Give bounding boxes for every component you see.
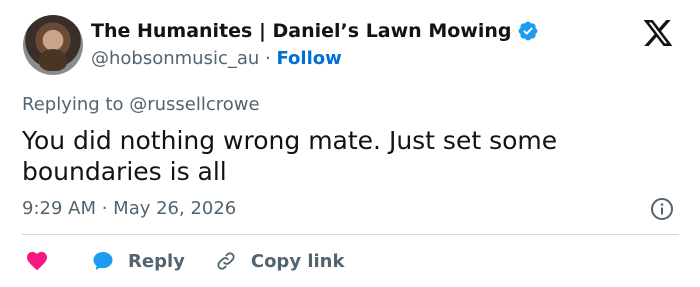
post-date: May 26, 2026 [113, 198, 237, 219]
replying-to-prefix: Replying to [22, 94, 130, 115]
like-button[interactable] [25, 249, 49, 273]
link-icon [217, 252, 235, 270]
handle-separator: · [259, 48, 277, 69]
reply-button[interactable]: Reply [49, 249, 185, 273]
divider [22, 234, 679, 235]
post-actions: Reply Copy link [25, 247, 344, 275]
follow-button[interactable]: Follow [276, 48, 341, 69]
timestamp-separator: · [96, 198, 114, 219]
x-logo-icon[interactable] [641, 17, 675, 49]
replying-to-mention[interactable]: @russellcrowe [129, 94, 259, 115]
replying-to: Replying to @russellcrowe [22, 94, 260, 115]
author-display-name[interactable]: The Humanites | Daniel’s Lawn Mowing [91, 20, 511, 42]
embedded-post-card: The Humanites | Daniel’s Lawn Mowing @ho… [0, 0, 700, 287]
reply-label: Reply [128, 250, 185, 272]
heart-icon [27, 251, 47, 271]
verified-badge-icon [519, 21, 538, 41]
author-avatar[interactable] [23, 15, 83, 75]
author-handle[interactable]: @hobsonmusic_au [91, 48, 259, 69]
author-handle-row: @hobsonmusic_au · Follow [91, 48, 342, 69]
copy-link-label: Copy link [250, 250, 345, 272]
reply-bubble-icon [93, 252, 113, 270]
copy-link-button[interactable]: Copy link [185, 250, 345, 272]
post-timestamp[interactable]: 9:29 AM · May 26, 2026 [22, 198, 236, 219]
post-text: You did nothing wrong mate. Just set som… [22, 126, 558, 186]
post-time: 9:29 AM [22, 198, 96, 219]
info-icon[interactable] [650, 197, 674, 221]
author-name-row: The Humanites | Daniel’s Lawn Mowing [91, 20, 539, 42]
